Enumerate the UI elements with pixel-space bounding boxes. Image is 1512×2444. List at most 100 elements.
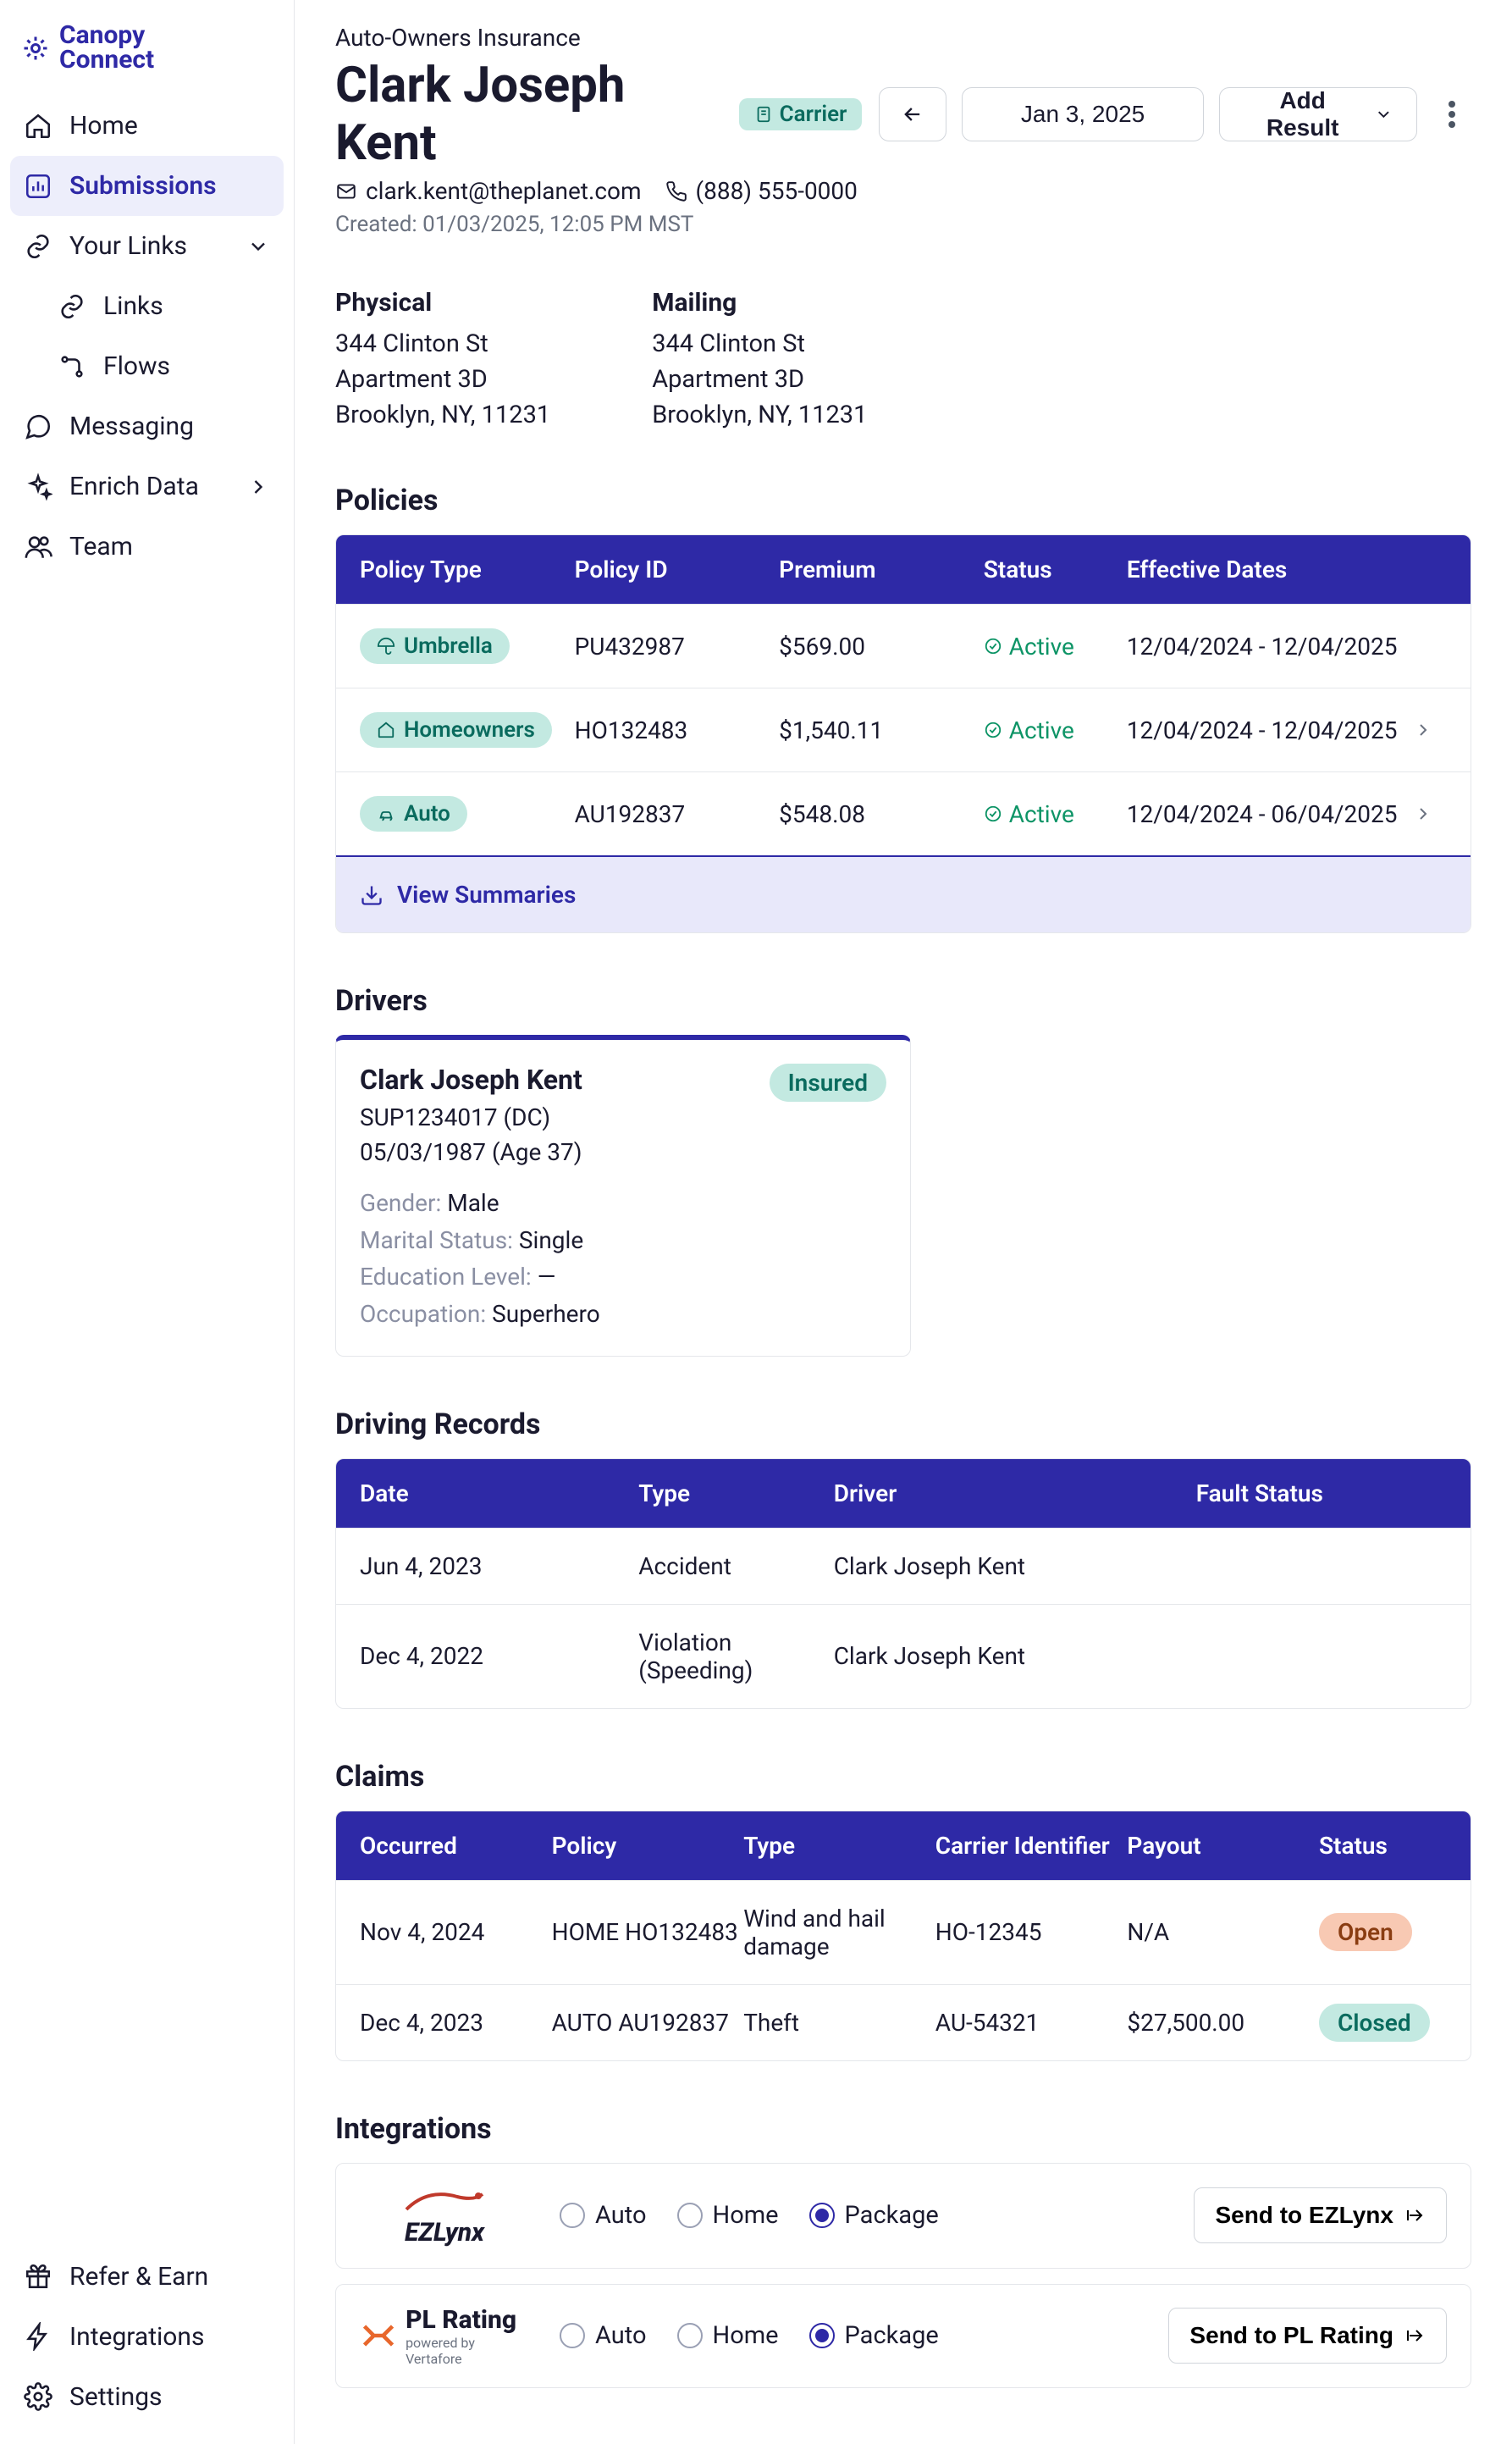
radio-auto[interactable]: Auto bbox=[560, 2321, 647, 2350]
claim-row: Nov 4, 2024 HOME HO132483 Wind and hail … bbox=[336, 1880, 1471, 1984]
page-title: Clark Joseph Kent bbox=[335, 57, 722, 172]
chevron-right-icon bbox=[1413, 804, 1447, 824]
add-result-button[interactable]: Add Result bbox=[1219, 87, 1418, 141]
team-icon bbox=[24, 533, 52, 561]
integration-row: PL Ratingpowered by Vertafore Auto Home … bbox=[335, 2284, 1471, 2388]
sidebar: Canopy Connect Home Submissions Your Lin… bbox=[0, 0, 295, 2444]
status-badge: Closed bbox=[1319, 2004, 1430, 2042]
link-icon bbox=[58, 292, 86, 321]
flows-icon bbox=[58, 352, 86, 381]
nav-messaging[interactable]: Messaging bbox=[10, 396, 284, 456]
send-button[interactable]: Send to EZLynx bbox=[1194, 2187, 1447, 2243]
nav-flows-label: Flows bbox=[103, 351, 170, 381]
status-badge: Open bbox=[1319, 1913, 1412, 1951]
nav-your-links[interactable]: Your Links bbox=[10, 216, 284, 276]
nav-your-links-label: Your Links bbox=[69, 231, 187, 261]
nav-links-label: Links bbox=[103, 291, 163, 321]
claims-table: Occurred Policy Type Carrier Identifier … bbox=[335, 1811, 1471, 2061]
nav-enrich[interactable]: Enrich Data bbox=[10, 456, 284, 517]
integrations-title: Integrations bbox=[335, 2112, 1471, 2146]
policies-table: Policy Type Policy ID Premium Status Eff… bbox=[335, 534, 1471, 933]
breadcrumb: Auto-Owners Insurance bbox=[335, 24, 1471, 52]
prev-date-button[interactable] bbox=[879, 87, 946, 141]
driver-dob: 05/03/1987 (Age 37) bbox=[360, 1136, 886, 1170]
main-content: Auto-Owners Insurance Clark Joseph Kent … bbox=[295, 0, 1512, 2444]
gear-icon bbox=[24, 2382, 52, 2411]
claims-title: Claims bbox=[335, 1760, 1471, 1794]
record-row: Dec 4, 2022 Violation (Speeding) Clark J… bbox=[336, 1604, 1471, 1708]
integration-row: EZLynx Auto Home Package Send to EZLynx bbox=[335, 2163, 1471, 2269]
chart-icon bbox=[24, 172, 52, 201]
kebab-icon bbox=[1449, 101, 1455, 128]
phone-icon bbox=[665, 180, 687, 202]
policies-title: Policies bbox=[335, 484, 1471, 517]
insured-badge: Insured bbox=[770, 1064, 886, 1102]
nav-team[interactable]: Team bbox=[10, 517, 284, 577]
policy-type-chip: Auto bbox=[360, 796, 467, 832]
physical-address: Physical 344 Clinton St Apartment 3D Bro… bbox=[335, 288, 550, 433]
created-timestamp: Created: 01/03/2025, 12:05 PM MST bbox=[335, 212, 1471, 237]
nav-team-label: Team bbox=[69, 532, 133, 561]
bolt-icon bbox=[24, 2322, 52, 2351]
nav-refer-label: Refer & Earn bbox=[69, 2262, 208, 2292]
canopy-icon bbox=[20, 33, 51, 64]
record-row: Jun 4, 2023 Accident Clark Joseph Kent bbox=[336, 1528, 1471, 1604]
sparkle-icon bbox=[24, 473, 52, 501]
policy-type-chip: Homeowners bbox=[360, 712, 552, 748]
link-icon bbox=[24, 232, 52, 261]
policy-row[interactable]: Umbrella PU432987 $569.00 Active 12/04/2… bbox=[336, 604, 1471, 688]
brand-text-2: Connect bbox=[59, 48, 154, 73]
view-summaries-button[interactable]: View Summaries bbox=[336, 855, 1471, 932]
radio-group: Auto Home Package bbox=[560, 2321, 1138, 2350]
mailing-address: Mailing 344 Clinton St Apartment 3D Broo… bbox=[652, 288, 867, 433]
nav-flows[interactable]: Flows bbox=[10, 336, 284, 396]
send-button[interactable]: Send to PL Rating bbox=[1168, 2308, 1447, 2364]
nav-settings-label: Settings bbox=[69, 2382, 163, 2412]
records-title: Driving Records bbox=[335, 1407, 1471, 1441]
date-selector[interactable]: Jan 3, 2025 bbox=[962, 87, 1203, 141]
chevron-down-icon bbox=[1374, 104, 1393, 124]
claim-row: Dec 4, 2023 AUTO AU192837 Theft AU-54321… bbox=[336, 1984, 1471, 2060]
arrow-left-icon bbox=[901, 102, 924, 126]
integration-logo: PL Ratingpowered by Vertafore bbox=[360, 2305, 529, 2367]
nav-refer[interactable]: Refer & Earn bbox=[10, 2247, 284, 2307]
badge-icon bbox=[754, 105, 773, 124]
nav-home-label: Home bbox=[69, 111, 138, 141]
email-icon bbox=[335, 180, 357, 202]
more-menu-button[interactable] bbox=[1432, 87, 1471, 141]
chevron-down-icon bbox=[246, 235, 270, 258]
chevron-right-icon bbox=[246, 475, 270, 499]
download-icon bbox=[360, 883, 384, 907]
chevron-right-icon bbox=[1413, 720, 1447, 740]
driver-license: SUP1234017 (DC) bbox=[360, 1101, 886, 1136]
radio-group: Auto Home Package bbox=[560, 2201, 1163, 2230]
integration-logo: EZLynx bbox=[360, 2184, 529, 2248]
radio-home[interactable]: Home bbox=[677, 2321, 779, 2350]
policy-type-chip: Umbrella bbox=[360, 628, 510, 664]
email: clark.kent@theplanet.com bbox=[335, 177, 642, 205]
policy-row[interactable]: Homeowners HO132483 $1,540.11 Active 12/… bbox=[336, 688, 1471, 771]
driver-card: Insured Clark Joseph Kent SUP1234017 (DC… bbox=[335, 1035, 911, 1357]
gift-icon bbox=[24, 2262, 52, 2291]
nav-submissions-label: Submissions bbox=[69, 171, 217, 201]
nav-integrations-label: Integrations bbox=[69, 2322, 204, 2352]
nav-settings[interactable]: Settings bbox=[10, 2367, 284, 2427]
drivers-title: Drivers bbox=[335, 984, 1471, 1018]
radio-package[interactable]: Package bbox=[809, 2321, 939, 2350]
radio-auto[interactable]: Auto bbox=[560, 2201, 647, 2230]
messaging-icon bbox=[24, 412, 52, 441]
policy-row[interactable]: Auto AU192837 $548.08 Active 12/04/2024 … bbox=[336, 771, 1471, 855]
nav-submissions[interactable]: Submissions bbox=[10, 156, 284, 216]
nav-integrations[interactable]: Integrations bbox=[10, 2307, 284, 2367]
home-icon bbox=[24, 112, 52, 141]
nav-messaging-label: Messaging bbox=[69, 412, 194, 441]
carrier-badge: Carrier bbox=[739, 98, 863, 130]
radio-home[interactable]: Home bbox=[677, 2201, 779, 2230]
nav-home[interactable]: Home bbox=[10, 96, 284, 156]
nav-links[interactable]: Links bbox=[10, 276, 284, 336]
phone: (888) 555-0000 bbox=[665, 177, 858, 205]
nav-enrich-label: Enrich Data bbox=[69, 472, 199, 501]
brand-logo: Canopy Connect bbox=[10, 17, 284, 96]
radio-package[interactable]: Package bbox=[809, 2201, 939, 2230]
records-table: Date Type Driver Fault Status Jun 4, 202… bbox=[335, 1458, 1471, 1709]
